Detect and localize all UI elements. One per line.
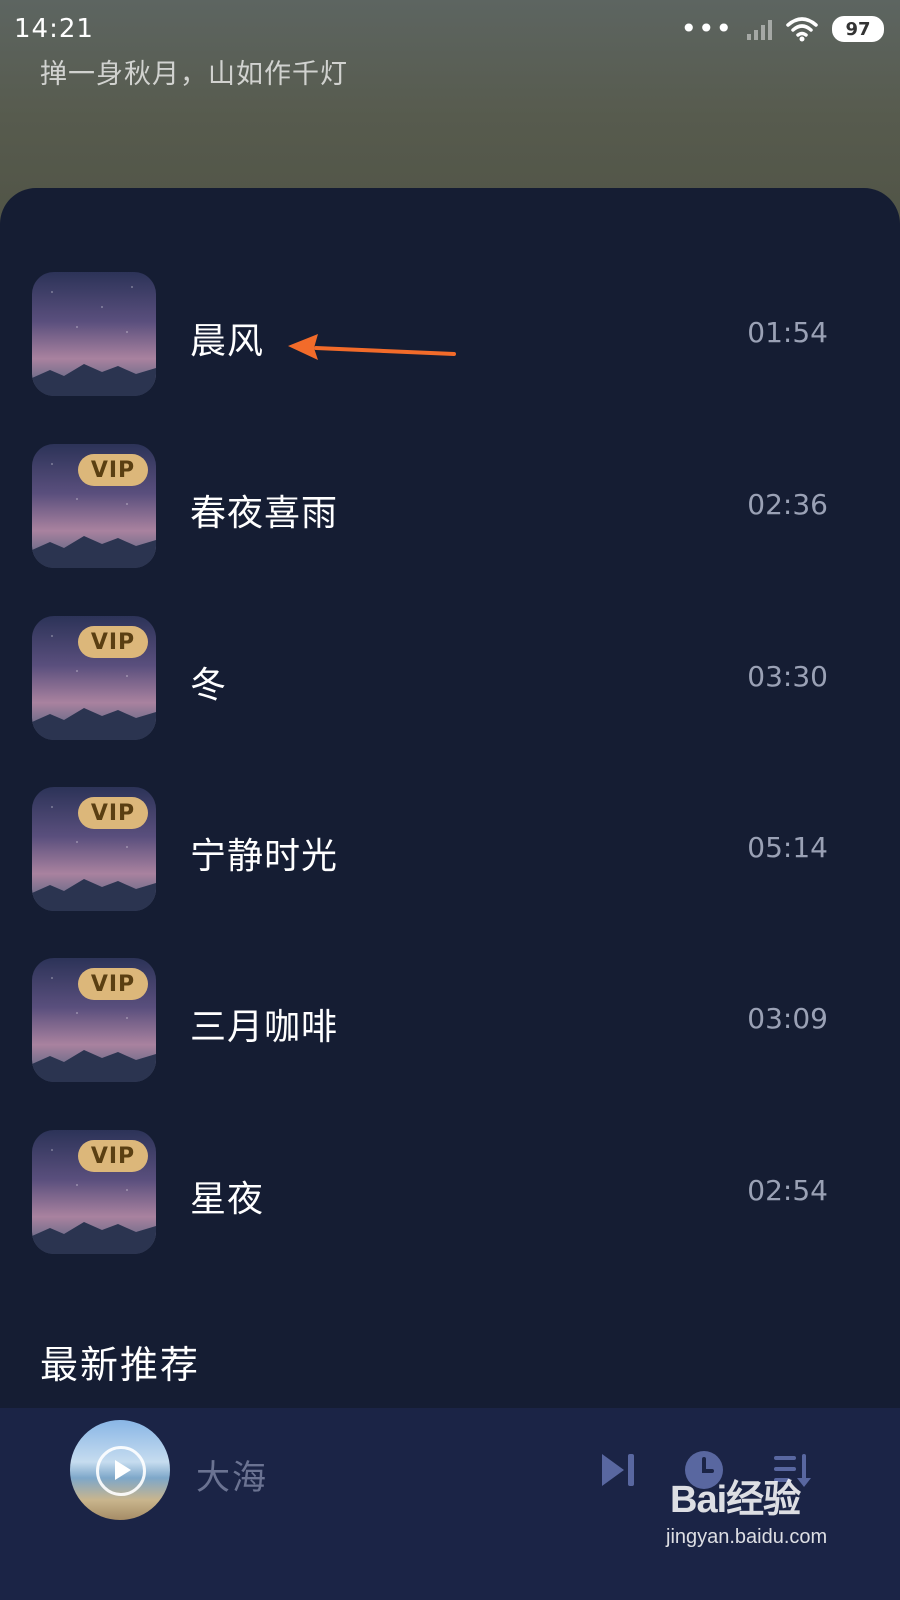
track-title: 三月咖啡: [190, 1007, 339, 1048]
vip-badge: VIP: [78, 797, 148, 829]
track-duration: 03:09: [747, 1002, 828, 1035]
track-item[interactable]: VIP 春夜喜雨 02:36: [0, 444, 900, 568]
track-title: 晨风: [190, 321, 265, 362]
vip-badge: VIP: [78, 626, 148, 658]
track-title: 冬: [190, 665, 228, 706]
track-item[interactable]: VIP 星夜 02:54: [0, 1130, 900, 1254]
track-title: 宁静时光: [190, 836, 339, 877]
track-item[interactable]: VIP 三月咖啡 03:09: [0, 958, 900, 1082]
track-duration: 05:14: [747, 831, 828, 864]
track-cover: [32, 272, 156, 396]
vip-badge: VIP: [78, 1140, 148, 1172]
vip-badge: VIP: [78, 968, 148, 1000]
track-duration: 01:54: [747, 316, 828, 349]
more-dots-icon: •••: [680, 12, 733, 45]
play-icon[interactable]: [96, 1446, 146, 1496]
vip-badge: VIP: [78, 454, 148, 486]
track-item[interactable]: VIP 冬 03:30: [0, 616, 900, 740]
status-icons: ••• 97: [680, 12, 884, 45]
status-time: 14:21: [14, 14, 94, 44]
track-duration: 02:36: [747, 488, 828, 521]
baidu-watermark: Bai经验 jingyan.baidu.com: [666, 1468, 860, 1588]
track-title: 春夜喜雨: [190, 493, 339, 534]
page-subtitle: 掸一身秋月，山如作千灯: [40, 59, 348, 90]
watermark-brand: Bai经验: [670, 1479, 801, 1521]
track-duration: 03:30: [747, 660, 828, 693]
track-duration: 02:54: [747, 1174, 828, 1207]
wifi-icon: [786, 17, 818, 42]
watermark-url: jingyan.baidu.com: [666, 1526, 828, 1548]
section-title-latest: 最新推荐: [40, 1343, 201, 1387]
battery-icon: 97: [832, 16, 884, 42]
player-track-title: 大海: [196, 1458, 268, 1498]
track-item[interactable]: VIP 宁静时光 05:14: [0, 787, 900, 911]
annotation-arrow: [288, 334, 456, 360]
signal-icon: [747, 18, 772, 40]
next-track-icon[interactable]: [598, 1450, 638, 1490]
player-cover[interactable]: [70, 1420, 170, 1520]
track-title: 星夜: [190, 1179, 265, 1220]
